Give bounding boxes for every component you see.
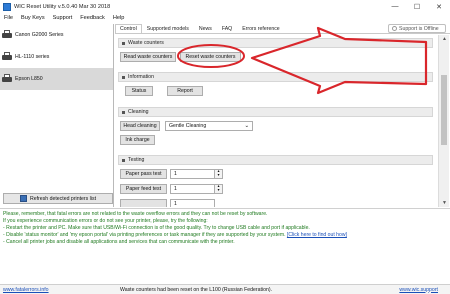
- section-testing: Testing: [118, 155, 433, 165]
- log-line: - Cancel all printer jobs and disable al…: [3, 238, 235, 245]
- tab-errors-reference[interactable]: Errors reference: [237, 24, 284, 33]
- title-bar: WIC Reset Utility v.5.0.40 Mar 30 2018 —…: [0, 0, 450, 13]
- printer-icon: [2, 30, 12, 40]
- section-waste-counters: Waste counters: [118, 38, 433, 48]
- report-button[interactable]: Report: [167, 86, 203, 96]
- printer-item-epson-l850[interactable]: Epson L850: [0, 68, 113, 90]
- printer-list: Canon G2000 Series HL-1110 series Epson …: [0, 24, 114, 207]
- section-information: Information: [118, 72, 433, 82]
- refresh-printers-button[interactable]: Refresh detected printers list: [3, 193, 113, 204]
- menu-buy-keys[interactable]: Buy Keys: [17, 15, 49, 21]
- app-icon: [3, 2, 11, 11]
- paper-feed-test-button[interactable]: Paper feed test: [120, 184, 167, 194]
- printer-icon: [2, 74, 12, 84]
- scrollbar-thumb[interactable]: [441, 75, 447, 145]
- scroll-down-icon[interactable]: ▼: [439, 199, 450, 207]
- printer-item-hl-1110[interactable]: HL-1110 series: [0, 46, 113, 68]
- section-bullet-icon: [122, 158, 125, 162]
- section-bullet-icon: [122, 41, 125, 45]
- ink-charge-button[interactable]: Ink charge: [120, 135, 155, 145]
- paper-feed-count-input[interactable]: 1: [170, 184, 215, 194]
- log-line: - Disable 'status monitor' and 'my epson…: [3, 232, 447, 239]
- paper-feed-spinner[interactable]: ▲ ▼: [215, 184, 223, 194]
- printer-name: HL-1110 series: [15, 54, 50, 60]
- test-button-3[interactable]: [120, 199, 167, 207]
- refresh-button-label: Refresh detected printers list: [29, 195, 97, 202]
- log-line: - Restart the printer and PC. Make sure …: [3, 224, 310, 231]
- menu-file[interactable]: File: [0, 15, 17, 21]
- menu-feedback[interactable]: Feedback: [76, 15, 109, 21]
- cleaning-mode-select[interactable]: Gentle Cleaning ⌄: [165, 121, 253, 131]
- menu-support[interactable]: Support: [49, 15, 77, 21]
- log-text: - Disable 'status monitor' and 'my epson…: [3, 231, 286, 238]
- status-bar: www.fatalerrors.info Waste counters had …: [0, 284, 450, 294]
- tab-control[interactable]: Control: [115, 24, 142, 33]
- read-waste-counters-button[interactable]: Read waste counters: [120, 52, 176, 62]
- section-bullet-icon: [122, 75, 125, 79]
- scroll-up-icon[interactable]: ▲: [439, 35, 450, 43]
- log-line: If you experience communication errors o…: [3, 217, 208, 224]
- refresh-icon: [19, 195, 27, 202]
- tab-faq[interactable]: FAQ: [217, 24, 237, 33]
- log-line: Please, remember, that fatal errors are …: [3, 211, 268, 217]
- menu-bar: File Buy Keys Support Feedback Help: [0, 13, 450, 23]
- close-button[interactable]: ✕: [428, 0, 450, 13]
- minimize-button[interactable]: —: [384, 0, 406, 13]
- printer-icon: [2, 52, 12, 62]
- control-panel: Waste counters Read waste counters Reset…: [115, 35, 438, 207]
- paper-pass-spinner[interactable]: ▲ ▼: [215, 169, 223, 179]
- printer-name: Canon G2000 Series: [15, 32, 64, 38]
- maximize-button[interactable]: ☐: [406, 0, 428, 13]
- printer-item-canon-g2000[interactable]: Canon G2000 Series: [0, 24, 113, 46]
- fatalerrors-link[interactable]: www.fatalerrors.info: [0, 287, 49, 293]
- cleaning-mode-value: Gentle Cleaning: [169, 123, 207, 129]
- paper-pass-count-input[interactable]: 1: [170, 169, 215, 179]
- section-cleaning: Cleaning: [118, 107, 433, 117]
- reset-waste-counters-button[interactable]: Reset waste counters: [180, 52, 241, 62]
- status-button[interactable]: Status: [125, 86, 153, 96]
- paper-pass-test-button[interactable]: Paper pass test: [120, 169, 167, 179]
- menu-help[interactable]: Help: [109, 15, 129, 21]
- gear-icon: [392, 26, 397, 31]
- tab-supported-models[interactable]: Supported models: [142, 24, 194, 33]
- status-message: Waste counters had been reset on the L10…: [120, 286, 273, 293]
- message-log: Please, remember, that fatal errors are …: [0, 208, 450, 266]
- chevron-down-icon: ⌄: [244, 123, 249, 129]
- vertical-scrollbar[interactable]: ▲ ▼: [438, 35, 449, 207]
- section-title: Testing: [128, 157, 145, 163]
- support-status-label: Support is Offline: [399, 25, 439, 32]
- window-title: WIC Reset Utility v.5.0.40 Mar 30 2018: [14, 3, 111, 10]
- wic-support-link[interactable]: www.wic.support: [399, 287, 438, 293]
- section-title: Information: [128, 74, 154, 80]
- find-out-how-link[interactable]: [Click here to find out how]: [287, 232, 347, 238]
- test-count-input-3[interactable]: 1: [170, 199, 215, 207]
- section-bullet-icon: [122, 110, 125, 114]
- window-controls: — ☐ ✕: [384, 0, 450, 13]
- support-status-button[interactable]: Support is Offline: [388, 24, 446, 33]
- tab-news[interactable]: News: [194, 24, 217, 33]
- head-cleaning-button[interactable]: Head cleaning: [120, 121, 160, 131]
- section-title: Waste counters: [128, 40, 164, 46]
- printer-name: Epson L850: [15, 76, 43, 82]
- section-title: Cleaning: [128, 109, 149, 115]
